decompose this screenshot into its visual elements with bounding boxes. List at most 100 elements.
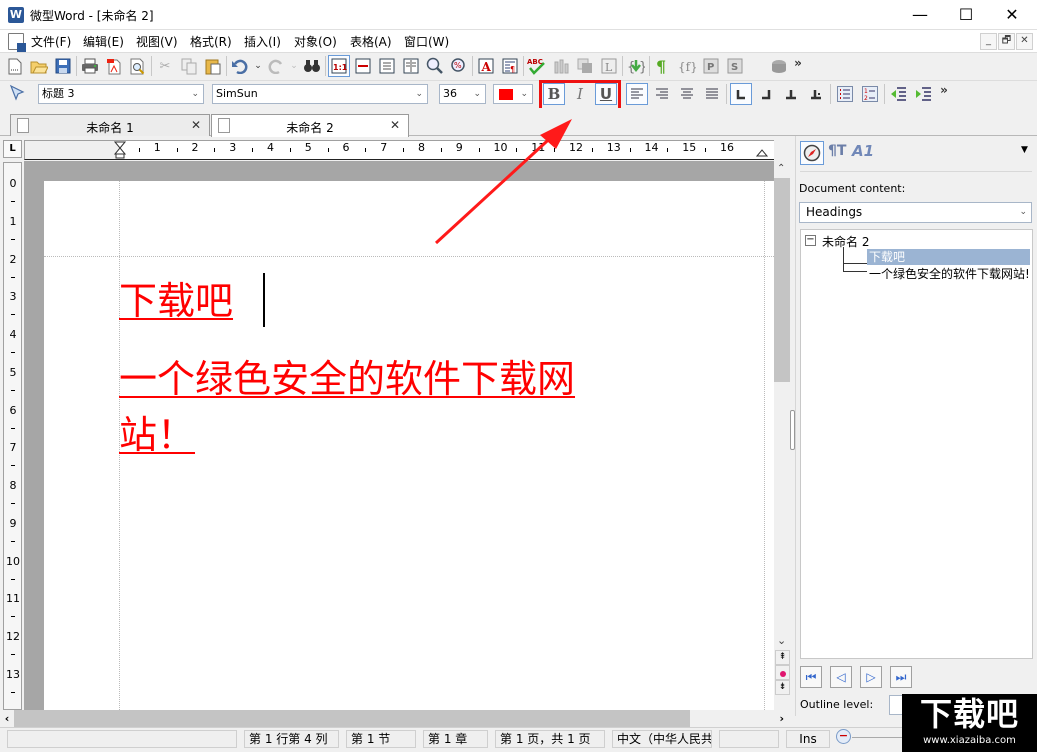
undo-dropdown-icon[interactable]: ⌄ <box>253 55 263 77</box>
spell-check-icon[interactable]: ABC <box>526 55 548 77</box>
vertical-scroll-thumb[interactable] <box>774 178 790 382</box>
tree-item[interactable]: 一个绿色安全的软件下载网站! <box>869 265 1031 282</box>
paste-icon[interactable] <box>202 55 224 77</box>
single-page-icon[interactable] <box>376 55 398 77</box>
menu-edit[interactable]: 编辑(E) <box>83 33 124 50</box>
actual-size-icon[interactable]: 1:1 <box>328 55 350 77</box>
document-content-select[interactable]: Headings ⌄ <box>799 202 1032 223</box>
last-heading-button[interactable]: ⏭ <box>890 666 912 688</box>
scroll-left-icon[interactable]: ‹ <box>0 710 14 727</box>
redo-dropdown-icon[interactable]: ⌄ <box>289 55 299 77</box>
menu-window[interactable]: 窗口(W) <box>404 33 449 50</box>
section-icon[interactable]: S <box>724 55 746 77</box>
tab-untitled-2[interactable]: 未命名 2 ✕ <box>211 114 409 137</box>
zoom-slider[interactable] <box>852 737 902 738</box>
mdi-restore-button[interactable]: 🗗 <box>998 33 1015 50</box>
page-number-icon[interactable]: P <box>700 55 722 77</box>
heading-paragraph[interactable]: 站！ <box>119 404 195 466</box>
align-left-icon[interactable] <box>626 83 648 105</box>
shadow-icon[interactable] <box>574 55 596 77</box>
status-insert-mode[interactable]: Ins <box>786 730 830 748</box>
menu-file[interactable]: 文件(F) <box>31 33 71 50</box>
export-pdf-icon[interactable] <box>103 55 125 77</box>
bulleted-list-icon[interactable] <box>834 83 856 105</box>
style-select[interactable]: 标题 3 ⌄ <box>38 84 204 104</box>
open-folder-icon[interactable] <box>28 55 50 77</box>
styles-tab-icon[interactable]: ¶T <box>828 143 846 159</box>
minimize-button[interactable]: — <box>897 0 943 30</box>
page-width-icon[interactable] <box>352 55 374 77</box>
print-icon[interactable] <box>79 55 101 77</box>
close-button[interactable]: ✕ <box>989 0 1035 30</box>
close-tab-icon[interactable]: ✕ <box>191 118 201 132</box>
font-color-icon[interactable]: A <box>475 55 497 77</box>
tab-right-icon[interactable] <box>755 83 777 105</box>
scroll-right-icon[interactable]: › <box>690 710 790 727</box>
object-icon[interactable] <box>768 55 790 77</box>
first-heading-button[interactable]: ⏮ <box>800 666 822 688</box>
align-right-icon[interactable] <box>651 83 673 105</box>
toolbar2-overflow-button[interactable]: » <box>938 79 950 101</box>
scroll-up-icon[interactable]: ⌃ <box>777 163 785 174</box>
document-menu-icon[interactable] <box>8 33 26 52</box>
tab-left-icon[interactable] <box>730 83 752 105</box>
align-justify-icon[interactable] <box>701 83 723 105</box>
indent-marker-icon[interactable] <box>114 141 126 159</box>
previous-heading-button[interactable]: ◁ <box>830 666 852 688</box>
cut-icon[interactable]: ✂ <box>154 55 176 77</box>
pane-menu-icon[interactable]: ▼ <box>1021 145 1028 155</box>
zoom-out-icon[interactable]: − <box>836 729 851 744</box>
zoom-percent-icon[interactable]: % <box>448 55 470 77</box>
vertical-ruler[interactable]: 0 1 2 3 4 5 6 7 8 9 10 11 12 13 <box>3 162 22 710</box>
mdi-minimize-button[interactable]: _ <box>980 33 997 50</box>
tab-decimal-icon[interactable] <box>805 83 827 105</box>
mdi-close-button[interactable]: ✕ <box>1016 33 1033 50</box>
paragraph-marks-icon[interactable]: ¶ <box>499 55 521 77</box>
previous-page-icon[interactable]: ⇞ <box>775 650 790 665</box>
menu-object[interactable]: 对象(O) <box>294 33 337 50</box>
frame-l-icon[interactable]: L <box>598 55 620 77</box>
font-size-select[interactable]: 36 ⌄ <box>439 84 486 104</box>
menu-insert[interactable]: 插入(I) <box>244 33 281 50</box>
navigator-tab-icon[interactable] <box>800 141 824 165</box>
heading-paragraph[interactable]: 一个绿色安全的软件下载网 <box>119 348 575 410</box>
next-heading-button[interactable]: ▷ <box>860 666 882 688</box>
save-icon[interactable] <box>52 55 74 77</box>
tree-item-selected[interactable]: 下载吧 <box>867 249 1030 265</box>
undo-icon[interactable] <box>229 55 251 77</box>
columns-icon[interactable] <box>550 55 572 77</box>
insert-field-icon[interactable]: {} <box>625 55 647 77</box>
pilcrow-icon[interactable]: ¶ <box>652 55 674 77</box>
font-select[interactable]: SimSun ⌄ <box>212 84 428 104</box>
tab-untitled-1[interactable]: 未命名 1 ✕ <box>10 114 210 136</box>
horizontal-scrollbar[interactable] <box>0 710 790 727</box>
numbered-list-icon[interactable]: 12 <box>859 83 881 105</box>
two-pages-icon[interactable] <box>400 55 422 77</box>
print-preview-icon[interactable] <box>127 55 149 77</box>
status-language[interactable]: 中文（中华人民共 <box>612 730 712 748</box>
close-tab-icon[interactable]: ✕ <box>390 118 400 132</box>
select-pointer-icon[interactable] <box>8 84 26 102</box>
menu-format[interactable]: 格式(R) <box>190 33 232 50</box>
new-document-icon[interactable] <box>4 55 26 77</box>
right-indent-marker-icon[interactable] <box>756 147 768 157</box>
next-page-icon[interactable]: ⇟ <box>775 680 790 695</box>
fonts-tab-icon[interactable]: A1 <box>852 142 874 160</box>
increase-indent-icon[interactable] <box>913 83 935 105</box>
redo-icon[interactable] <box>265 55 287 77</box>
maximize-button[interactable]: ☐ <box>943 0 989 30</box>
toolbar1-overflow-button[interactable]: » <box>792 52 804 74</box>
align-center-icon[interactable] <box>676 83 698 105</box>
copy-icon[interactable] <box>178 55 200 77</box>
tab-center-icon[interactable] <box>780 83 802 105</box>
font-color-select[interactable]: ⌄ <box>493 84 533 104</box>
menu-table[interactable]: 表格(A) <box>350 33 392 50</box>
formula-icon[interactable]: {f} <box>676 55 698 77</box>
menu-view[interactable]: 视图(V) <box>136 33 178 50</box>
find-icon[interactable] <box>301 55 323 77</box>
collapse-icon[interactable]: − <box>805 235 816 246</box>
scroll-down-icon[interactable]: ⌄ <box>777 634 786 647</box>
browse-object-icon[interactable] <box>775 665 790 680</box>
decrease-indent-icon[interactable] <box>888 83 910 105</box>
zoom-icon[interactable] <box>424 55 446 77</box>
